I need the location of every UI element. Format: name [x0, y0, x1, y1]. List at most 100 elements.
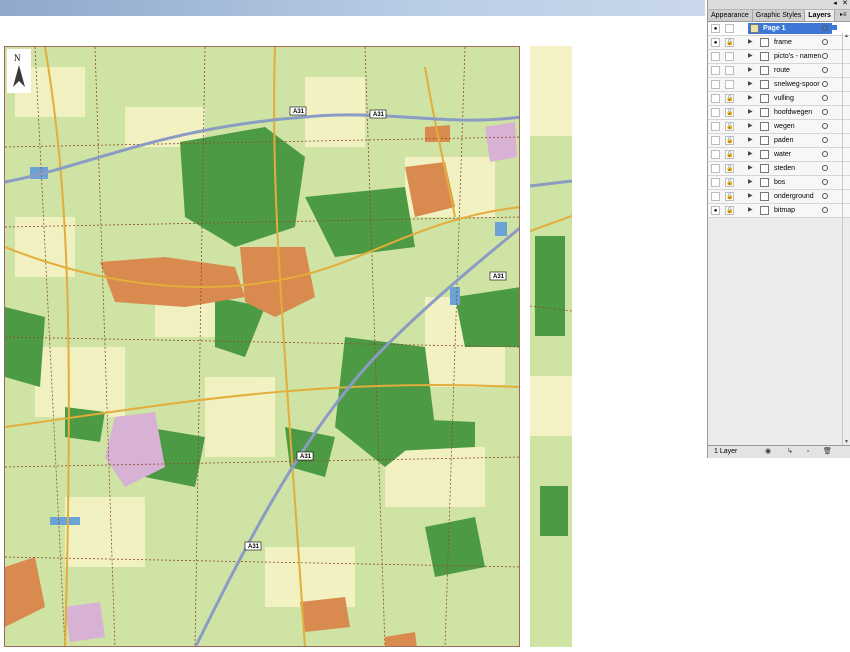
layer-row[interactable]: ▶ picto's - namen [708, 50, 850, 64]
tab-layers[interactable]: Layers [805, 10, 835, 21]
scroll-up-icon[interactable]: ▲ [843, 33, 850, 40]
lock-toggle[interactable] [725, 52, 734, 61]
panel-menu-icon[interactable]: ▸≡ [840, 11, 848, 19]
eye-icon[interactable] [711, 108, 720, 117]
layer-label[interactable]: snelweg-spoor [774, 78, 820, 91]
triangle-right-icon[interactable]: ▶ [748, 106, 753, 119]
layer-label[interactable]: picto's - namen [774, 50, 821, 63]
lock-icon[interactable]: 🔒 [725, 38, 734, 47]
lock-toggle[interactable] [725, 80, 734, 89]
triangle-right-icon[interactable]: ▶ [748, 36, 753, 49]
eye-icon[interactable] [711, 122, 720, 131]
layer-label[interactable]: route [774, 64, 790, 77]
target-circle-icon[interactable] [822, 193, 828, 199]
layer-label[interactable]: vulling [774, 92, 794, 105]
target-circle-icon[interactable] [822, 179, 828, 185]
layer-row[interactable]: 🔒 ▶ bos [708, 176, 850, 190]
eye-icon[interactable] [711, 164, 720, 173]
layer-label[interactable]: Page 1 [763, 22, 786, 35]
layer-row[interactable]: 🔒 ▶ onderground [708, 190, 850, 204]
target-circle-icon[interactable] [822, 137, 828, 143]
delete-layer-icon[interactable]: 🗑 [823, 448, 832, 456]
lock-icon[interactable]: 🔒 [725, 122, 734, 131]
layer-row[interactable]: 🔒 ▶ paden [708, 134, 850, 148]
triangle-right-icon[interactable]: ▶ [748, 64, 753, 77]
target-circle-icon[interactable] [822, 81, 828, 87]
layer-label[interactable]: water [774, 148, 791, 161]
target-circle-icon[interactable] [822, 207, 828, 213]
lock-icon[interactable]: 🔒 [725, 136, 734, 145]
tab-graphic-styles[interactable]: Graphic Styles [753, 10, 806, 21]
close-icon[interactable]: ✕ [841, 0, 849, 8]
eye-icon[interactable] [711, 136, 720, 145]
scrollbar[interactable]: ▲ ▼ [842, 33, 850, 446]
layer-label[interactable]: onderground [774, 190, 814, 203]
lock-icon[interactable]: 🔒 [725, 108, 734, 117]
layer-row[interactable]: 🔒 ▶ steden [708, 162, 850, 176]
eye-icon[interactable]: ● [711, 38, 720, 47]
layer-row[interactable]: 🔒 ▶ vulling [708, 92, 850, 106]
target-circle-icon[interactable] [822, 165, 828, 171]
layer-row[interactable]: ▶ route [708, 64, 850, 78]
layer-label[interactable]: paden [774, 134, 793, 147]
layer-row-page-1[interactable]: ● ▼ Page 1 [708, 22, 850, 36]
lock-toggle[interactable] [725, 24, 734, 33]
make-clipping-mask-icon[interactable]: ◉ [764, 448, 772, 456]
target-circle-icon[interactable] [822, 95, 828, 101]
target-circle-icon[interactable] [822, 151, 828, 157]
target-circle-icon[interactable] [822, 53, 828, 59]
lock-toggle[interactable] [725, 66, 734, 75]
layer-row[interactable]: 🔒 ▶ wegen [708, 120, 850, 134]
target-circle-icon[interactable] [822, 39, 828, 45]
eye-icon[interactable] [711, 192, 720, 201]
triangle-right-icon[interactable]: ▶ [748, 92, 753, 105]
triangle-right-icon[interactable]: ▶ [748, 190, 753, 203]
new-layer-icon[interactable]: ▫ [804, 448, 812, 456]
eye-icon[interactable] [711, 178, 720, 187]
triangle-right-icon[interactable]: ▶ [748, 148, 753, 161]
layer-row[interactable]: 🔒 ▶ water [708, 148, 850, 162]
target-circle-icon[interactable] [822, 109, 828, 115]
layers-list: ● ▼ Page 1 ● 🔒 ▶ frame ▶ picto's - namen ▶ rout… [708, 22, 850, 218]
eye-icon[interactable] [711, 80, 720, 89]
triangle-right-icon[interactable]: ▶ [748, 50, 753, 63]
eye-icon[interactable] [711, 66, 720, 75]
eye-icon[interactable]: ● [711, 206, 720, 215]
triangle-right-icon[interactable]: ▶ [748, 78, 753, 91]
target-circle-icon[interactable] [822, 25, 828, 31]
lock-icon[interactable]: 🔒 [725, 150, 734, 159]
target-circle-icon[interactable] [822, 67, 828, 73]
layer-label[interactable]: frame [774, 36, 792, 49]
triangle-right-icon[interactable]: ▶ [748, 120, 753, 133]
eye-icon[interactable]: ● [711, 24, 720, 33]
chevron-down-icon[interactable]: ▼ [739, 22, 745, 35]
layer-row[interactable]: 🔒 ▶ hoofdwegen [708, 106, 850, 120]
layer-row[interactable]: ● 🔒 ▶ bitmap [708, 204, 850, 218]
eye-icon[interactable] [711, 150, 720, 159]
layer-label[interactable]: hoofdwegen [774, 106, 812, 119]
triangle-right-icon[interactable]: ▶ [748, 204, 753, 217]
layer-label[interactable]: bitmap [774, 204, 795, 217]
map-artboard-2[interactable] [530, 46, 572, 647]
selection-indicator[interactable] [832, 25, 837, 30]
layer-row[interactable]: ● 🔒 ▶ frame [708, 36, 850, 50]
layer-label[interactable]: steden [774, 162, 795, 175]
layer-label[interactable]: bos [774, 176, 785, 189]
lock-icon[interactable]: 🔒 [725, 192, 734, 201]
map-artboard[interactable]: A31 A31 A31 A31 A31 N [4, 46, 520, 647]
layer-row[interactable]: ▶ snelweg-spoor [708, 78, 850, 92]
eye-icon[interactable] [711, 52, 720, 61]
target-circle-icon[interactable] [822, 123, 828, 129]
lock-icon[interactable]: 🔒 [725, 206, 734, 215]
lock-icon[interactable]: 🔒 [725, 178, 734, 187]
eye-icon[interactable] [711, 94, 720, 103]
lock-icon[interactable]: 🔒 [725, 164, 734, 173]
new-sublayer-icon[interactable]: ↳ [786, 448, 794, 456]
collapse-icon[interactable]: ◂ [831, 0, 839, 8]
lock-icon[interactable]: 🔒 [725, 94, 734, 103]
tab-appearance[interactable]: Appearance [708, 10, 753, 21]
triangle-right-icon[interactable]: ▶ [748, 162, 753, 175]
triangle-right-icon[interactable]: ▶ [748, 134, 753, 147]
layer-label[interactable]: wegen [774, 120, 795, 133]
triangle-right-icon[interactable]: ▶ [748, 176, 753, 189]
